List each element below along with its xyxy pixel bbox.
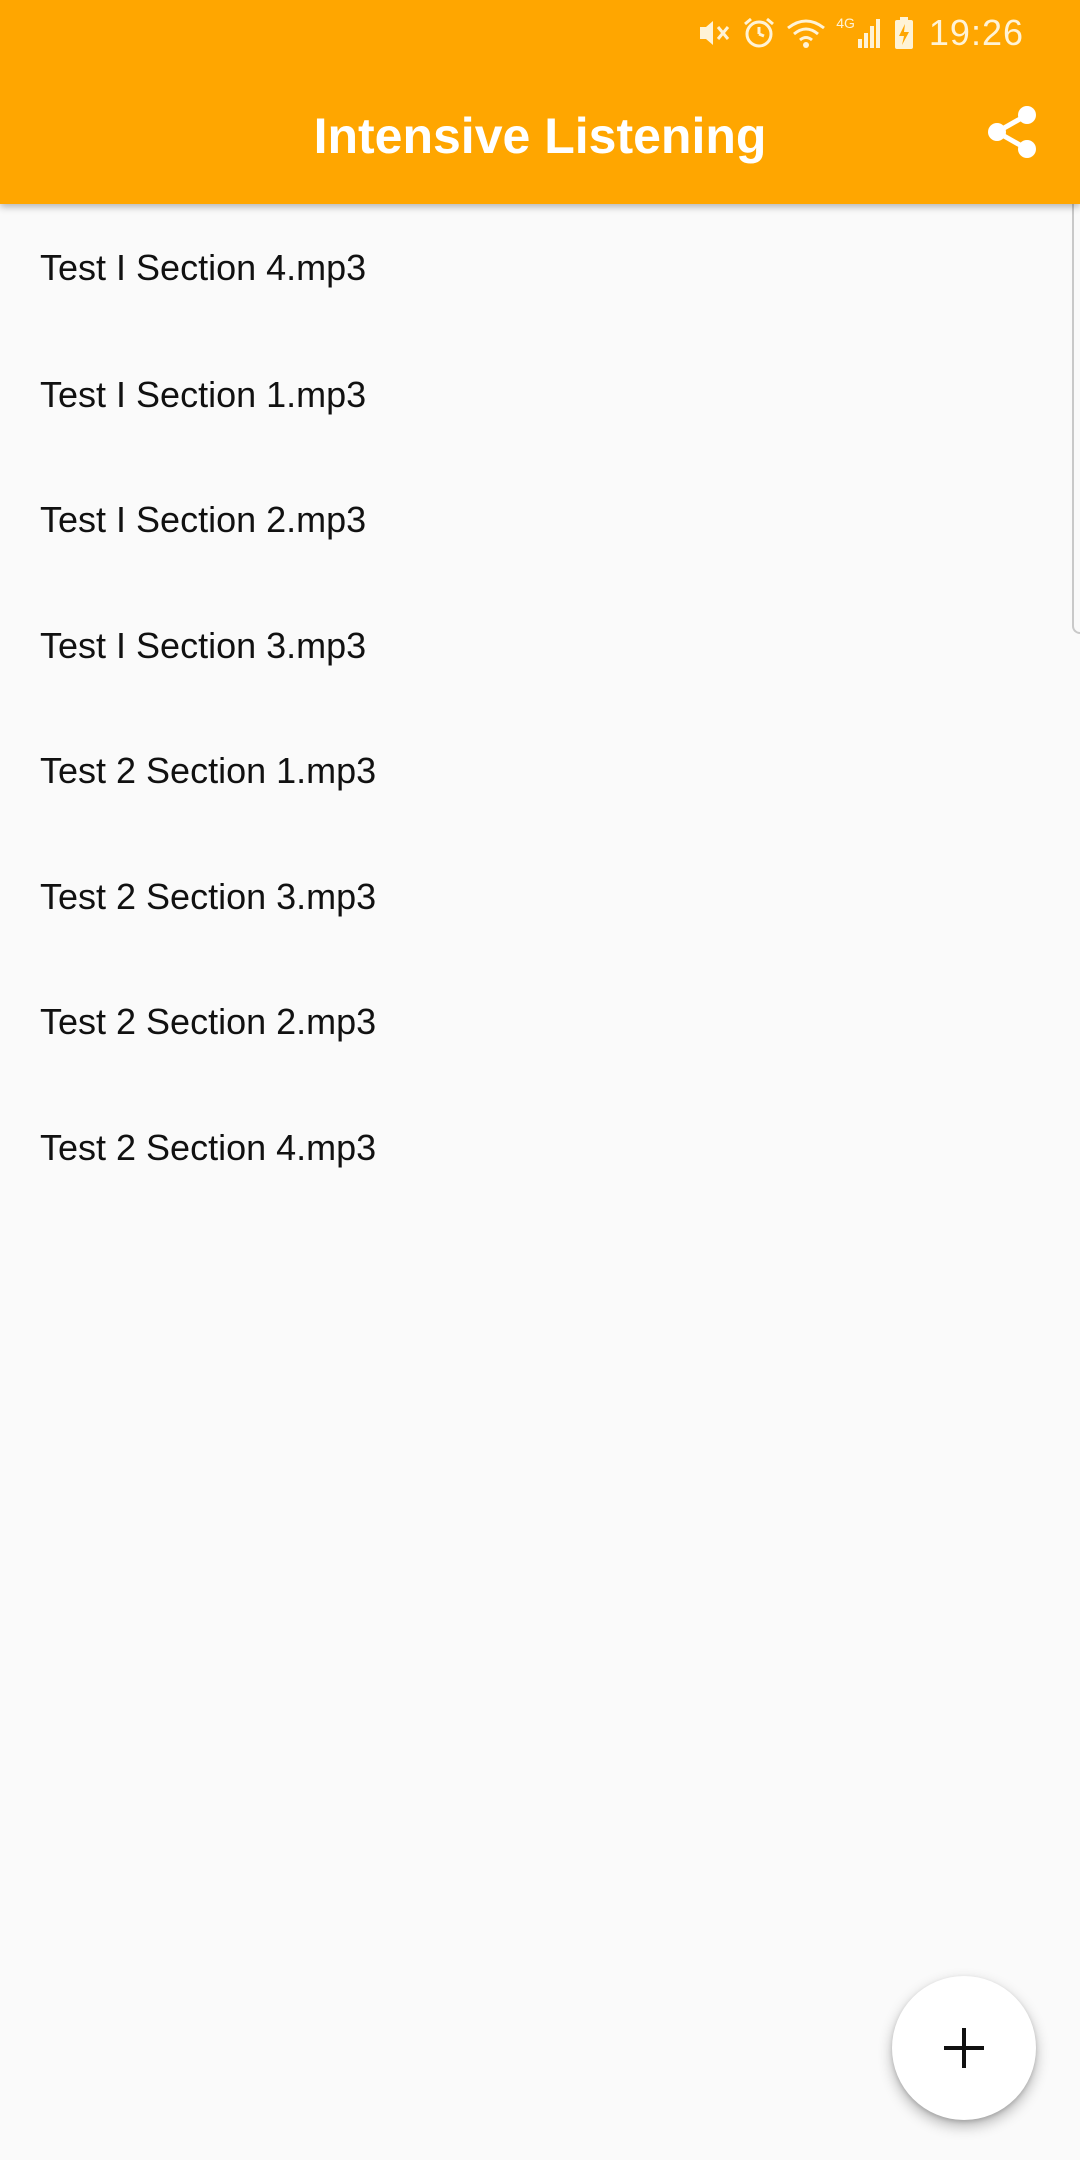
list-item-label: Test I Section 3.mp3 — [40, 624, 367, 666]
share-button[interactable] — [980, 100, 1044, 164]
list-item-label: Test I Section 4.mp3 — [40, 247, 367, 288]
list-item-label: Test 2 Section 1.mp3 — [40, 750, 377, 792]
list-item[interactable]: Test I Section 1.mp3 — [0, 332, 1080, 458]
mute-vibrate-icon — [696, 13, 732, 53]
status-time: 19:26 — [928, 12, 1024, 53]
list-item[interactable]: Test I Section 2.mp3 — [0, 458, 1080, 584]
status-bar: 4G 19:26 — [0, 0, 1080, 66]
share-icon — [988, 106, 1036, 158]
add-file-button[interactable] — [892, 1976, 1036, 2120]
list-item-label: Test 2 Section 2.mp3 — [40, 1001, 377, 1043]
screen: 4G 19:26 Intensive Listening Test I Sect… — [0, 0, 1080, 2160]
list-item-label: Test I Section 1.mp3 — [40, 373, 367, 415]
list-item-label: Test 2 Section 3.mp3 — [40, 875, 377, 917]
battery-charging-icon — [893, 13, 915, 53]
network-type-label: 4G — [836, 15, 855, 31]
audio-file-list: Test I Section 4.mp3 Test I Section 1.mp… — [0, 204, 1080, 1211]
list-item[interactable]: Test 2 Section 2.mp3 — [0, 960, 1080, 1086]
list-item-label: Test 2 Section 4.mp3 — [40, 1126, 377, 1168]
list-item[interactable]: Test I Section 4.mp3 — [0, 204, 1080, 332]
list-item[interactable]: Test 2 Section 4.mp3 — [0, 1085, 1080, 1211]
plus-icon — [944, 2028, 984, 2068]
list-item-label: Test I Section 2.mp3 — [40, 499, 367, 541]
page-title: Intensive Listening — [313, 108, 767, 164]
cellular-signal-icon: 4G — [836, 13, 883, 53]
list-item[interactable]: Test I Section 3.mp3 — [0, 583, 1080, 709]
list-item[interactable]: Test 2 Section 1.mp3 — [0, 709, 1080, 835]
app-bar: 4G 19:26 Intensive Listening — [0, 0, 1080, 204]
alarm-icon — [742, 13, 776, 53]
wifi-icon — [786, 13, 826, 53]
list-item[interactable]: Test 2 Section 3.mp3 — [0, 834, 1080, 960]
